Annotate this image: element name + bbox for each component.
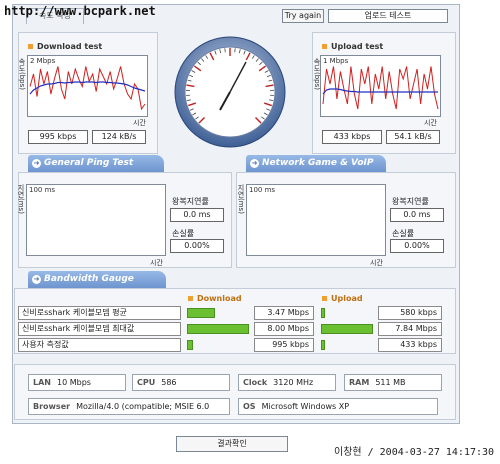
speedometer-tick: [234, 48, 236, 53]
upload-xaxis: 시간: [424, 119, 437, 127]
download-gauge-bar: [187, 340, 193, 350]
general-ping-title: General Ping Test: [44, 158, 134, 168]
arrow-icon: ➜: [250, 159, 259, 168]
download-scale: 2 Mbps: [30, 57, 56, 65]
ram-label: RAM: [349, 378, 370, 387]
bandwidth-gauge-header: ➜ Bandwidth Gauge: [28, 271, 166, 288]
upload-gauge-bar: [321, 340, 325, 350]
download-gauge-value: 8.00 Mbps: [254, 322, 314, 336]
clock-value: 3120 MHz: [273, 378, 314, 387]
cpu-box: CPU 586: [132, 374, 230, 391]
download-graph: 2 Mbps: [27, 55, 148, 117]
general-rtt-value: 0.0 ms: [170, 208, 224, 222]
gauge-row-label: 신비로sshark 케이블모뎀 평균: [18, 306, 181, 320]
network-loss-label: 손실률: [392, 229, 415, 238]
network-rtt-label: 왕복지연률: [392, 197, 429, 206]
download-kBs: 124 kB/s: [92, 130, 146, 144]
gauge-upload-head: Upload: [322, 294, 363, 303]
cpu-label: CPU: [137, 378, 156, 387]
upload-graph: 1 Mbps: [320, 55, 441, 117]
general-loss-value: 0.00%: [170, 239, 224, 253]
download-gauge-bar: [187, 308, 215, 318]
graph-line-red: [322, 66, 439, 110]
network-ping-xaxis: 시간: [370, 259, 383, 267]
browser-box: Browser Mozilla/4.0 (compatible; MSIE 6.0: [28, 398, 230, 415]
browser-value: Mozilla/4.0 (compatible; MSIE 6.0: [76, 402, 210, 411]
download-kbps: 995 kbps: [28, 130, 88, 144]
signature: 이창현 / 2004-03-27 14:17:30: [334, 447, 495, 458]
graph-line-red: [29, 66, 146, 111]
lan-value: 10 Mbps: [56, 378, 91, 387]
upload-gauge-bar: [321, 324, 373, 334]
download-graph-svg: [29, 66, 146, 111]
ram-value: 511 MB: [375, 378, 406, 387]
speedometer-tick: [224, 48, 226, 53]
speedometer: [174, 36, 286, 148]
upload-gauge-value: 580 kbps: [378, 306, 442, 320]
confirm-button[interactable]: 결과확인: [176, 436, 288, 452]
general-ping-header: ➜ General Ping Test: [28, 155, 164, 172]
network-ping-scale: 100 ms: [249, 186, 276, 194]
download-gauge-value: 995 kbps: [254, 338, 314, 352]
watermark: http://www.bcpark.net: [4, 4, 156, 18]
os-box: OS Microsoft Windows XP: [238, 398, 438, 415]
upload-gauge-value: 433 kbps: [378, 338, 442, 352]
upload-gauge-bar: [321, 308, 325, 318]
upload-title: Upload test: [322, 42, 383, 51]
browser-label: Browser: [33, 402, 71, 411]
download-title: Download test: [28, 42, 102, 51]
clock-box: Clock 3120 MHz: [238, 374, 336, 391]
cpu-value: 586: [161, 378, 177, 387]
network-game-header: ➜Network Game & VoIP Test: [246, 155, 386, 185]
network-rtt-value: 0.0 ms: [390, 208, 444, 222]
graph-line-blue: [29, 81, 146, 95]
upload-test-button[interactable]: 업로드 테스트: [328, 9, 448, 23]
upload-graph-svg: [322, 66, 439, 110]
ping-yaxis-left: 지연(ms): [17, 184, 25, 214]
network-ping-graph: 100 ms: [246, 184, 386, 256]
bandwidth-gauge-title: Bandwidth Gauge: [44, 274, 134, 284]
upload-gauge-value: 7.84 Mbps: [378, 322, 442, 336]
network-loss-value: 0.00%: [390, 239, 444, 253]
download-gauge-value: 3.47 Mbps: [254, 306, 314, 320]
gauge-row-label: 사용자 측정값: [18, 338, 181, 352]
arrow-icon: ➜: [32, 159, 41, 168]
upload-kbps: 433 kbps: [322, 130, 382, 144]
gauge-download-head: Download: [188, 294, 242, 303]
general-ping-graph: 100 ms: [26, 184, 166, 256]
download-xaxis: 시간: [133, 119, 146, 127]
ram-box: RAM 511 MB: [344, 374, 442, 391]
upload-kBs: 54.1 kB/s: [386, 130, 440, 144]
general-rtt-label: 왕복지연률: [172, 197, 209, 206]
lan-box: LAN 10 Mbps: [28, 374, 126, 391]
clock-label: Clock: [243, 378, 268, 387]
arrow-icon: ➜: [32, 275, 41, 284]
try-again-button[interactable]: Try again: [282, 9, 324, 23]
graph-line-blue: [322, 88, 438, 95]
lan-label: LAN: [33, 378, 51, 387]
general-loss-label: 손실률: [172, 229, 195, 238]
general-ping-xaxis: 시간: [150, 259, 163, 267]
download-yaxis: 속도(bps): [18, 58, 26, 90]
os-value: Microsoft Windows XP: [261, 402, 350, 411]
os-label: OS: [243, 402, 256, 411]
general-ping-scale: 100 ms: [29, 186, 56, 194]
upload-scale: 1 Mbps: [323, 57, 349, 65]
download-gauge-bar: [187, 324, 249, 334]
ping-yaxis-right: 지연(ms): [237, 184, 245, 214]
gauge-row-label: 신비로sshark 케이블모뎀 최대값: [18, 322, 181, 336]
